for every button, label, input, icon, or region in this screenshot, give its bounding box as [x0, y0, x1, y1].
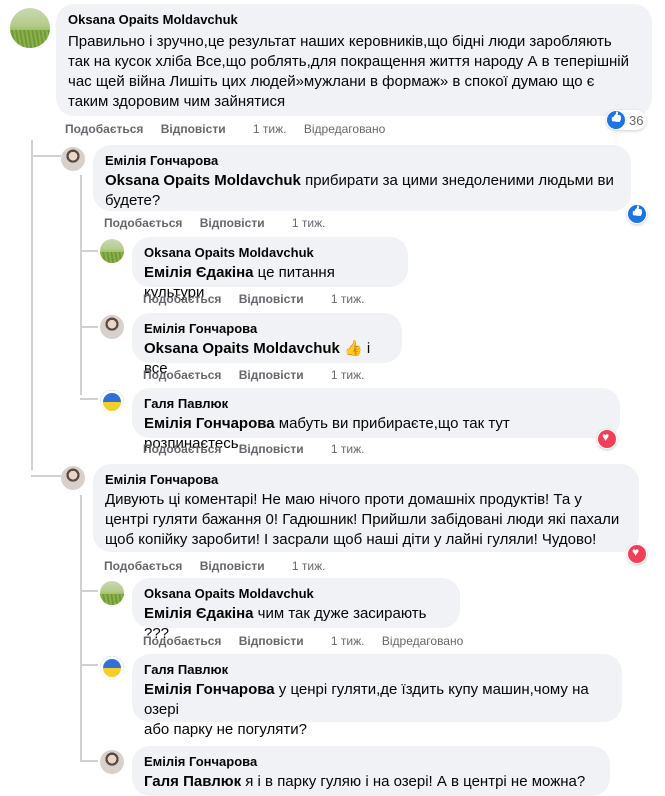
comment-bubble: Oksana Opaits Moldavchuk Правильно і зру…	[56, 4, 652, 116]
comment-bubble: Емілія Гончарова Oksana Opaits Moldavchu…	[93, 145, 631, 211]
comment-actions: Подобається Відповісти 1 тиж. Відредагов…	[143, 633, 477, 649]
reaction-badge[interactable]	[627, 544, 647, 564]
like-button[interactable]: Подобається	[143, 292, 221, 306]
reply-button[interactable]: Відповісти	[200, 216, 265, 230]
like-button[interactable]: Подобається	[65, 122, 143, 136]
mention-link[interactable]: Oksana Opaits Moldavchuk	[105, 172, 301, 189]
mention-link[interactable]: Емілія Єдакіна	[144, 264, 254, 281]
like-button[interactable]: Подобається	[143, 442, 221, 456]
like-button[interactable]: Подобається	[143, 368, 221, 382]
timestamp[interactable]: 1 тиж.	[292, 216, 326, 230]
comment-author[interactable]: Галя Павлюк	[144, 662, 610, 678]
timestamp[interactable]: 1 тиж.	[331, 292, 365, 306]
comment-text: Правильно і зручно,це результат наших ке…	[68, 33, 612, 50]
comment-author[interactable]: Oksana Opaits Moldavchuk	[144, 245, 396, 261]
edited-label: Відредаговано	[381, 634, 464, 648]
comment-text: щоб копійку заробити! І засрали щоб наші…	[105, 531, 597, 548]
mention-link[interactable]: Емілія Гончарова	[144, 681, 275, 698]
like-button[interactable]: Подобається	[143, 634, 221, 648]
comment-bubble: Емілія Гончарова Дивують ці коментарі! Н…	[93, 464, 639, 552]
comment-text-rest: я і в парку гуляю і на озері! А в центрі…	[241, 773, 586, 790]
reaction-count: 36	[629, 112, 644, 128]
comment-text: так на кусок хліба Все,що роблять,для по…	[68, 53, 629, 70]
like-icon	[607, 111, 625, 129]
avatar[interactable]	[100, 581, 124, 605]
comment-author[interactable]: Oksana Opaits Moldavchuk	[68, 12, 640, 28]
comment-actions: Подобається Відповісти 1 тиж.	[143, 291, 379, 307]
timestamp[interactable]: 1 тиж.	[331, 442, 365, 456]
comment-text: центрі гуляти бажання 0! Гадюшник! Прийш…	[105, 511, 620, 528]
timestamp[interactable]: 1 тиж.	[331, 634, 365, 648]
love-icon	[628, 545, 646, 563]
avatar[interactable]	[100, 750, 124, 774]
comment-author[interactable]: Oksana Opaits Moldavchuk	[144, 586, 448, 602]
thread-connector	[31, 155, 61, 157]
comment-text-rest: прибирати за цими знедоленими людьми ви	[300, 172, 614, 189]
thread-line-main	[31, 140, 33, 470]
avatar[interactable]	[61, 466, 85, 490]
reaction-badge[interactable]: 36	[606, 110, 647, 130]
comment-text: таким здоровим чим зайнятися	[68, 93, 286, 110]
comment-bubble: Галя Павлюк Емілія Гончарова у ценрі гул…	[132, 654, 622, 738]
comment-author[interactable]: Емілія Гончарова	[144, 321, 390, 337]
thread-line-reply	[80, 495, 82, 760]
avatar[interactable]	[100, 390, 124, 414]
comment-text: Oksana Opaits Moldavchuk прибирати за ци…	[105, 171, 619, 191]
thread-connector	[80, 250, 98, 252]
comment-actions: Подобається Відповісти 1 тиж.	[143, 441, 379, 457]
comment-text: Галя Павлюк я і в парку гуляю і на озері…	[144, 772, 598, 792]
reply-button[interactable]: Відповісти	[239, 368, 304, 382]
avatar[interactable]	[10, 8, 50, 48]
comment-author[interactable]: Емілія Гончарова	[144, 754, 598, 770]
comment-text: час щей війна Лишіть цих людей»мужлани в…	[68, 73, 595, 90]
avatar[interactable]	[100, 656, 124, 680]
like-button[interactable]: Подобається	[104, 216, 182, 230]
reply-button[interactable]: Відповісти	[239, 292, 304, 306]
comment-bubble: Галя Павлюк Емілія Гончарова мабуть ви п…	[132, 388, 620, 452]
avatar[interactable]	[100, 315, 124, 339]
love-icon	[598, 430, 616, 448]
mention-link[interactable]: Емілія Єдакіна	[144, 605, 254, 622]
thread-connector	[80, 590, 98, 592]
avatar[interactable]	[100, 239, 124, 263]
comment-bubble: Oksana Opaits Moldavchuk Емілія Єдакіна …	[132, 237, 408, 301]
comment-author[interactable]: Галя Павлюк	[144, 396, 608, 412]
thread-connector	[80, 760, 98, 762]
mention-link[interactable]: Емілія Гончарова	[144, 415, 275, 432]
thread-connector	[80, 664, 98, 666]
comment-actions: Подобається Відповісти 1 тиж.	[104, 558, 340, 574]
comment-bubble: Емілія Гончарова Oksana Opaits Moldavchu…	[132, 313, 402, 377]
comment-actions: Подобається Відповісти 1 тиж. Відредагов…	[65, 121, 399, 137]
comment-bubble: Oksana Opaits Moldavchuk Емілія Єдакіна …	[132, 578, 460, 642]
timestamp[interactable]: 1 тиж.	[292, 559, 326, 573]
reply-button[interactable]: Відповісти	[239, 442, 304, 456]
edited-label: Відредаговано	[303, 122, 386, 136]
mention-link[interactable]: Oksana Opaits Moldavchuk	[144, 340, 340, 357]
comment-bubble: Емілія Гончарова Галя Павлюк я і в парку…	[132, 746, 610, 796]
like-icon	[628, 205, 646, 223]
thumbs-up-emoji-icon: 👍	[344, 340, 363, 357]
reaction-badge[interactable]	[627, 204, 647, 224]
thread-line-reply	[80, 175, 82, 395]
mention-link[interactable]: Галя Павлюк	[144, 773, 241, 790]
comment-actions: Подобається Відповісти 1 тиж.	[143, 367, 379, 383]
comment-text: Емілія Гончарова у ценрі гуляти,де їздит…	[144, 680, 610, 720]
comment-author[interactable]: Емілія Гончарова	[105, 472, 627, 488]
comment-text: будете?	[105, 192, 161, 209]
avatar[interactable]	[61, 147, 85, 171]
timestamp[interactable]: 1 тиж.	[331, 368, 365, 382]
reply-button[interactable]: Відповісти	[200, 559, 265, 573]
thread-connector	[80, 398, 98, 400]
comment-author[interactable]: Емілія Гончарова	[105, 153, 619, 169]
timestamp[interactable]: 1 тиж.	[253, 122, 287, 136]
reaction-badge[interactable]	[597, 429, 617, 449]
thread-connector	[80, 326, 98, 328]
comment-text: Дивують ці коментарі! Не маю нічого прот…	[105, 491, 582, 508]
reply-button[interactable]: Відповісти	[239, 634, 304, 648]
like-button[interactable]: Подобається	[104, 559, 182, 573]
comment-actions: Подобається Відповісти 1 тиж.	[104, 215, 340, 231]
reply-button[interactable]: Відповісти	[161, 122, 226, 136]
thread-connector	[31, 475, 61, 477]
comment-text: або парку не погуляти?	[144, 721, 308, 738]
